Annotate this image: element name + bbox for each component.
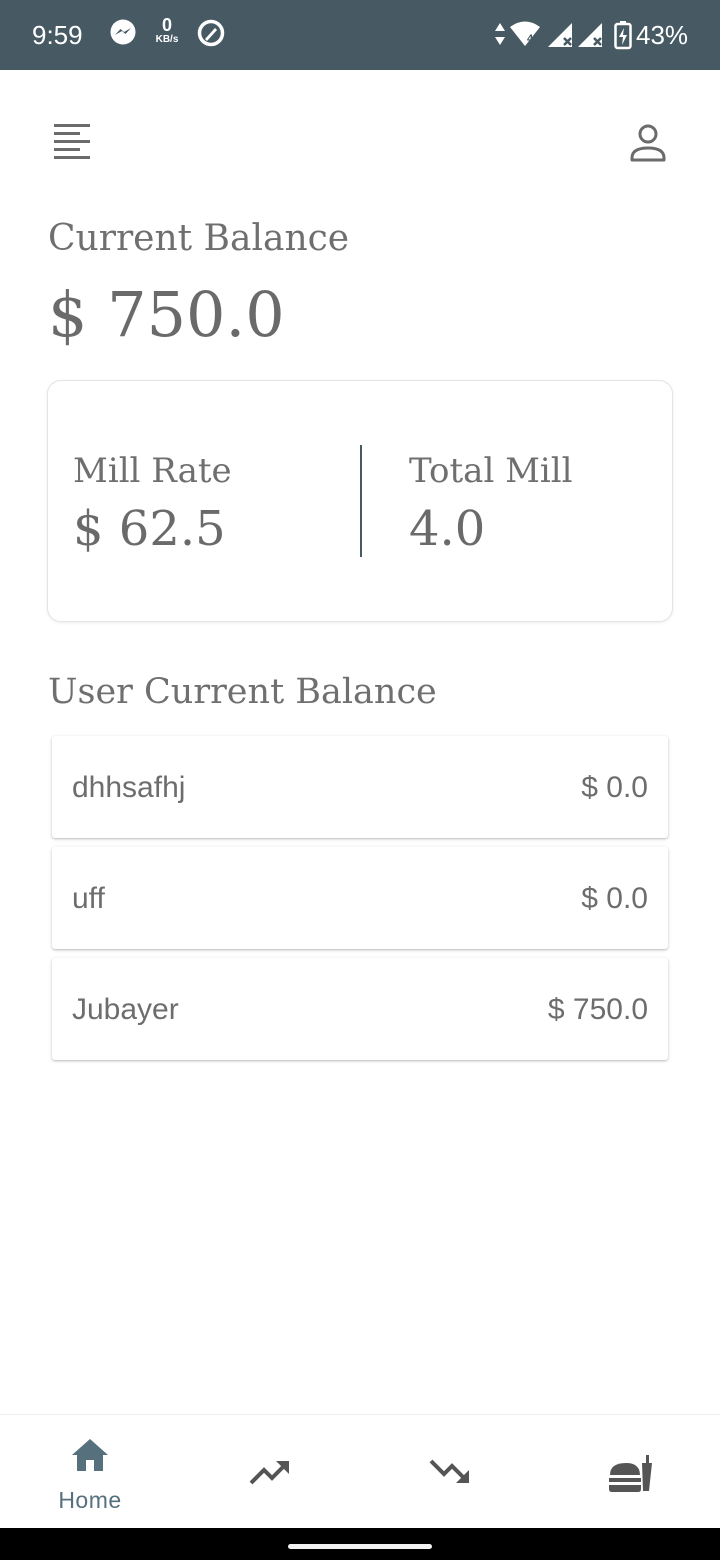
total-mill-label: Total Mill: [409, 451, 573, 491]
battery-percent: 43%: [636, 20, 689, 50]
card-divider: [360, 445, 362, 557]
user-balance: $ 0.0: [581, 771, 648, 804]
list-item[interactable]: dhhsafhj $ 0.0: [52, 736, 668, 838]
battery-charging-icon: [614, 21, 632, 50]
user-balance-list: dhhsafhj $ 0.0 uff $ 0.0 Jubayer $ 750.0: [52, 736, 668, 1069]
data-transfer-icon: [495, 23, 505, 45]
bottom-navigation: Home: [0, 1414, 720, 1528]
home-icon: [72, 1439, 108, 1471]
messenger-icon: [110, 19, 136, 45]
user-name: uff: [72, 882, 105, 915]
current-balance-label: Current Balance: [48, 218, 350, 259]
nav-expense[interactable]: [360, 1415, 540, 1529]
total-mill-value: 4.0: [409, 501, 486, 557]
user-name: dhhsafhj: [72, 771, 186, 804]
nav-home-label: Home: [58, 1487, 122, 1513]
nav-home[interactable]: Home: [0, 1415, 180, 1529]
list-item[interactable]: uff $ 0.0: [52, 847, 668, 949]
app-notification-icon: [197, 19, 225, 47]
svg-text:4: 4: [527, 33, 534, 45]
rate-card: Mill Rate $ 62.5 Total Mill 4.0: [47, 380, 673, 622]
nav-meals[interactable]: [540, 1415, 720, 1529]
home-gesture-bar[interactable]: [288, 1544, 432, 1549]
mill-rate-value: $ 62.5: [73, 501, 226, 557]
network-speed: 0 KB/s: [155, 15, 179, 45]
user-balance-title: User Current Balance: [48, 672, 437, 712]
cell-signal-icon: [548, 23, 572, 47]
list-item[interactable]: Jubayer $ 750.0: [52, 958, 668, 1060]
status-time: 9:59: [32, 20, 83, 50]
current-balance-value: $ 750.0: [48, 278, 285, 351]
user-balance: $ 750.0: [547, 993, 648, 1026]
trending-up-icon: [249, 1461, 289, 1485]
fastfood-icon: [609, 1455, 652, 1492]
user-balance: $ 0.0: [581, 882, 648, 915]
status-bar: 9:59 0 KB/s 4 43%: [0, 0, 720, 70]
user-name: Jubayer: [72, 993, 179, 1026]
mill-rate-label: Mill Rate: [73, 451, 232, 491]
cell-signal-2-icon: [578, 23, 602, 47]
menu-icon[interactable]: [52, 122, 92, 162]
nav-income[interactable]: [180, 1415, 360, 1529]
trending-down-icon: [429, 1459, 469, 1483]
person-icon[interactable]: [626, 122, 670, 166]
wifi-icon: 4: [510, 21, 540, 46]
